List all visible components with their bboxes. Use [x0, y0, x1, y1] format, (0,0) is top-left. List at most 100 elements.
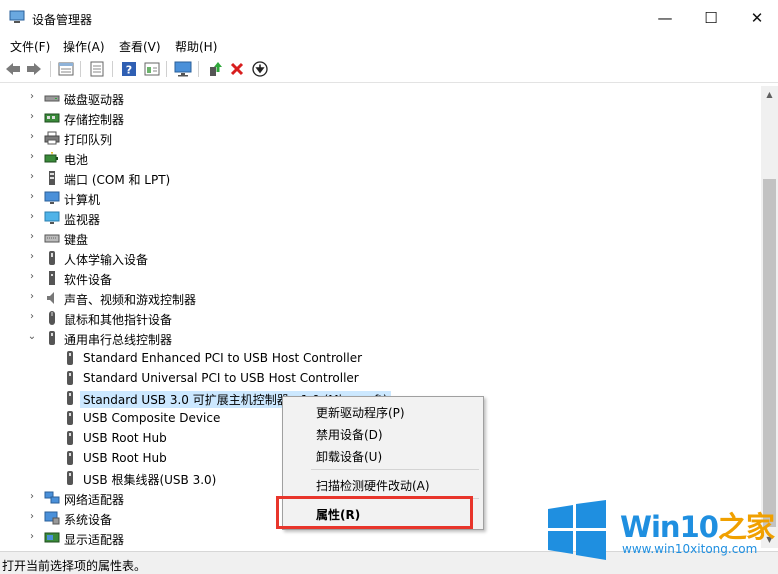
tree-item-monitors[interactable]: › 监视器 — [0, 208, 760, 228]
tree-item-label: 鼠标和其他指针设备 — [64, 313, 173, 327]
hid-icon — [49, 251, 55, 265]
expand-chevron-icon[interactable]: › — [27, 131, 37, 142]
close-button[interactable]: ✕ — [734, 0, 778, 36]
maximize-button[interactable]: ☐ — [688, 0, 734, 36]
menu-action[interactable]: 操作(A) — [63, 38, 105, 55]
vertical-scrollbar[interactable]: ▲ ▼ — [761, 86, 778, 548]
usb-icon — [49, 331, 55, 345]
expand-chevron-icon[interactable]: › — [27, 491, 37, 502]
download-icon[interactable] — [251, 60, 269, 78]
help-icon[interactable]: ? — [120, 60, 138, 78]
expand-chevron-icon[interactable]: › — [27, 211, 37, 222]
collapse-chevron-icon[interactable]: ⌄ — [27, 331, 37, 342]
keyboard-icon — [44, 234, 60, 243]
menu-help[interactable]: 帮助(H) — [175, 38, 217, 55]
forward-icon[interactable] — [25, 60, 43, 78]
tree-item-label: 存储控制器 — [64, 113, 125, 127]
software-device-icon — [49, 271, 55, 285]
toolbar-separator — [166, 61, 167, 77]
expand-chevron-icon[interactable]: › — [27, 251, 37, 262]
tree-item-hid[interactable]: › 人体学输入设备 — [0, 248, 760, 268]
network-adapter-icon — [44, 491, 60, 504]
scroll-up-arrow-icon[interactable]: ▲ — [761, 86, 778, 103]
display-adapter-icon — [44, 532, 60, 543]
menu-item-label: 禁用设备(D) — [316, 428, 383, 442]
expand-chevron-icon[interactable]: › — [27, 91, 37, 102]
tree-item-label: USB Root Hub — [83, 451, 167, 465]
window-title: 设备管理器 — [32, 13, 93, 27]
tree-item-batteries[interactable]: › 电池 — [0, 148, 760, 168]
tree-item-usb-device[interactable]: Standard Universal PCI to USB Host Contr… — [0, 368, 760, 388]
tree-item-label: 端口 (COM 和 LPT) — [64, 173, 171, 187]
disk-drive-icon — [44, 95, 60, 102]
expand-chevron-icon[interactable]: › — [27, 191, 37, 202]
tree-item-label: 电池 — [64, 153, 89, 167]
update-driver-icon[interactable] — [206, 60, 224, 78]
tree-item-label: 系统设备 — [64, 513, 113, 527]
watermark-brand-b: 之家 — [717, 510, 775, 544]
tree-item-mice[interactable]: › 鼠标和其他指针设备 — [0, 308, 760, 328]
tree-item-ports[interactable]: › 端口 (COM 和 LPT) — [0, 168, 760, 188]
properties-icon[interactable] — [57, 60, 75, 78]
menu-item-label: 扫描检测硬件改动(A) — [316, 479, 430, 493]
monitor-icon[interactable] — [174, 60, 192, 78]
menu-view[interactable]: 查看(V) — [119, 38, 161, 55]
expand-chevron-icon[interactable]: › — [27, 511, 37, 522]
tree-item-storage-controllers[interactable]: › 存储控制器 — [0, 108, 760, 128]
tree-item-label: USB Root Hub — [83, 431, 167, 445]
tree-item-label: 通用串行总线控制器 — [64, 333, 173, 347]
status-text: 打开当前选择项的属性表。 — [2, 559, 147, 573]
mouse-icon — [49, 311, 55, 325]
tree-item-label: 软件设备 — [64, 273, 113, 287]
expand-chevron-icon[interactable]: › — [27, 171, 37, 182]
expand-chevron-icon[interactable]: › — [27, 231, 37, 242]
expand-chevron-icon[interactable]: › — [27, 111, 37, 122]
scroll-thumb[interactable] — [763, 179, 776, 527]
tree-item-label: 网络适配器 — [64, 493, 125, 507]
tree-item-label: 磁盘驱动器 — [64, 93, 125, 107]
tree-item-print-queues[interactable]: › 打印队列 — [0, 128, 760, 148]
tree-item-computer[interactable]: › 计算机 — [0, 188, 760, 208]
tree-item-usb-controllers[interactable]: ⌄ 通用串行总线控制器 — [0, 328, 760, 348]
tree-item-label: 声音、视频和游戏控制器 — [64, 293, 197, 307]
expand-chevron-icon[interactable]: › — [27, 291, 37, 302]
menu-item-label: 卸载设备(U) — [316, 450, 383, 464]
tree-item-disk-drives[interactable]: › 磁盘驱动器 — [0, 88, 760, 108]
menu-file[interactable]: 文件(F) — [10, 38, 50, 55]
toolbar-separator — [198, 61, 199, 77]
tree-item-label: Standard Enhanced PCI to USB Host Contro… — [83, 351, 363, 365]
back-icon[interactable] — [4, 60, 22, 78]
tree-item-label: USB 根集线器(USB 3.0) — [83, 473, 217, 487]
tree-item-usb-device[interactable]: Standard Enhanced PCI to USB Host Contro… — [0, 348, 760, 368]
menu-separator — [311, 469, 479, 470]
tree-item-sound[interactable]: › 声音、视频和游戏控制器 — [0, 288, 760, 308]
usb-icon — [67, 471, 73, 485]
menu-disable-device[interactable]: 禁用设备(D) — [283, 422, 483, 444]
system-device-icon — [44, 511, 60, 525]
tree-item-keyboards[interactable]: › 键盘 — [0, 228, 760, 248]
expand-chevron-icon[interactable]: › — [27, 151, 37, 162]
tree-item-label: 打印队列 — [64, 133, 113, 147]
computer-icon — [44, 191, 60, 204]
usb-icon — [67, 391, 73, 405]
tree-item-label: Standard Universal PCI to USB Host Contr… — [83, 371, 359, 385]
speaker-icon — [47, 292, 54, 304]
menu-scan-hardware[interactable]: 扫描检测硬件改动(A) — [283, 473, 483, 495]
toolbar-separator — [112, 61, 113, 77]
expand-chevron-icon[interactable]: › — [27, 531, 37, 542]
title-bar: 设备管理器 — ☐ ✕ — [0, 0, 778, 36]
expand-chevron-icon[interactable]: › — [27, 271, 37, 282]
toolbar-separator — [80, 61, 81, 77]
minimize-button[interactable]: — — [642, 0, 688, 36]
tree-item-label: 显示适配器 — [64, 533, 125, 547]
list-icon[interactable] — [88, 60, 106, 78]
expand-chevron-icon[interactable]: › — [27, 311, 37, 322]
uninstall-icon[interactable] — [228, 60, 246, 78]
menu-update-driver[interactable]: 更新驱动程序(P) — [283, 400, 483, 422]
tree-item-software-devices[interactable]: › 软件设备 — [0, 268, 760, 288]
view-icon[interactable] — [143, 60, 161, 78]
watermark-brand-a: Win10 — [620, 510, 719, 544]
monitor-icon — [44, 211, 60, 224]
usb-icon — [67, 371, 73, 385]
menu-uninstall-device[interactable]: 卸载设备(U) — [283, 444, 483, 466]
